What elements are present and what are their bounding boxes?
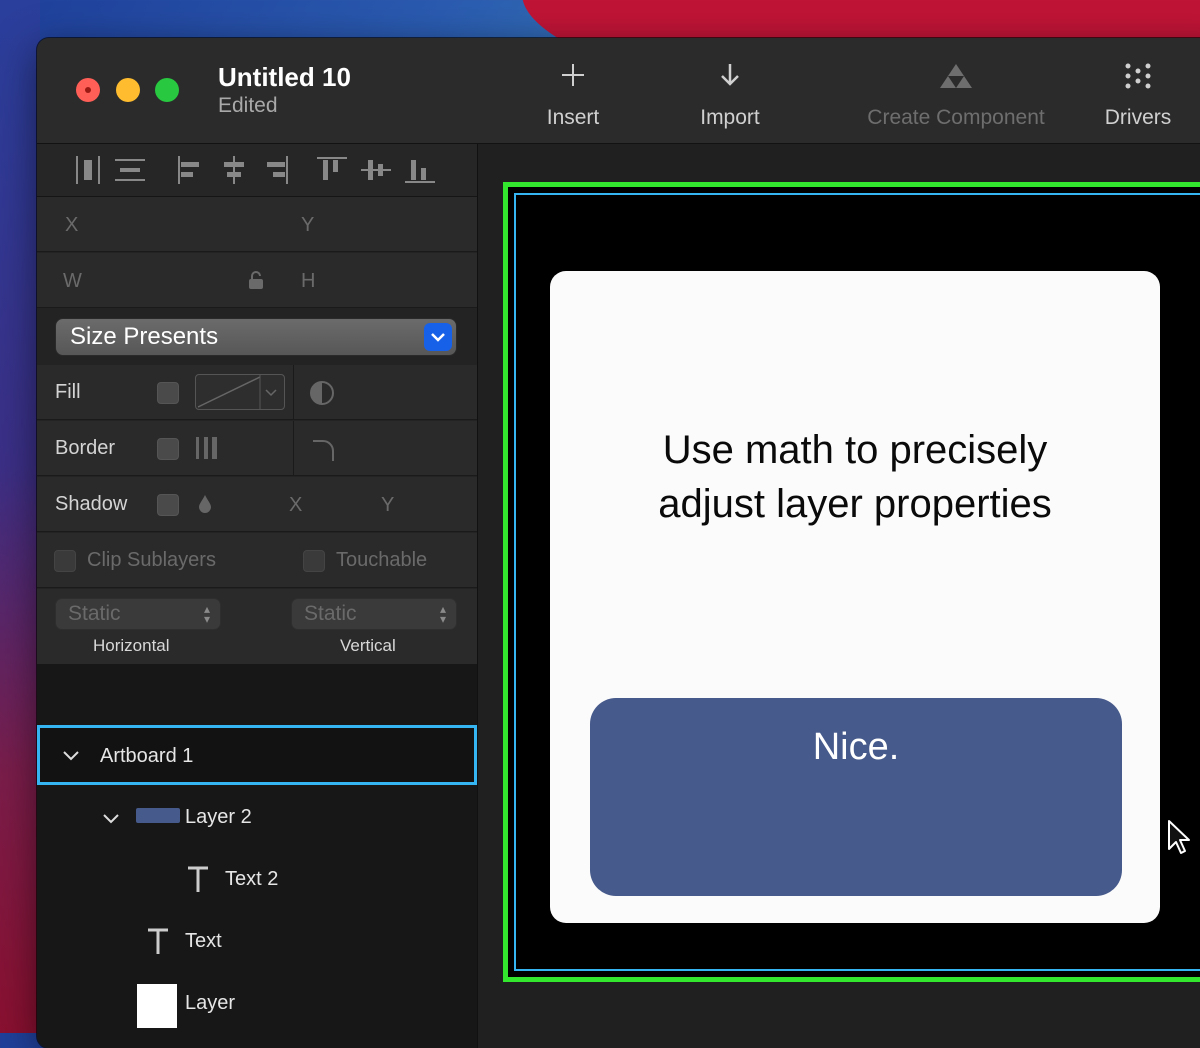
card-text[interactable]: Use math to precisely adjust layer prope… bbox=[610, 423, 1100, 531]
width-field[interactable]: W bbox=[63, 270, 82, 293]
divider bbox=[293, 421, 294, 475]
fill-color-well[interactable] bbox=[195, 374, 285, 410]
layer-name: Text bbox=[185, 930, 222, 952]
vertical-constraint-select[interactable]: Static ▴ ▾ bbox=[291, 598, 457, 630]
horizontal-constraint-select[interactable]: Static ▴ ▾ bbox=[55, 598, 221, 630]
layer-name: Text 2 bbox=[225, 868, 279, 890]
title-bar: Untitled 10 Edited Insert Import Create … bbox=[37, 38, 1200, 144]
zoom-window-button[interactable] bbox=[155, 78, 179, 102]
size-presets-select[interactable]: Size Presents bbox=[55, 318, 457, 356]
close-window-button[interactable] bbox=[76, 78, 100, 102]
align-bottom-icon[interactable] bbox=[403, 154, 437, 186]
border-label: Border bbox=[55, 437, 116, 459]
shadow-blur-icon[interactable] bbox=[198, 494, 212, 519]
layer-row-text[interactable]: Text bbox=[37, 914, 477, 970]
disclosure-chevron-icon[interactable] bbox=[62, 746, 80, 769]
artboard-1[interactable]: Use math to precisely adjust layer prope… bbox=[503, 182, 1200, 982]
layer-row-text-2[interactable]: Text 2 bbox=[37, 852, 477, 908]
stepper-arrows-icon: ▴ ▾ bbox=[439, 602, 446, 626]
document-status: Edited bbox=[218, 94, 278, 117]
import-label: Import bbox=[700, 106, 760, 129]
vertical-constraint-value: Static bbox=[304, 602, 357, 625]
align-toolbar bbox=[37, 144, 477, 197]
fill-row: Fill bbox=[37, 365, 477, 420]
drivers-grid-icon bbox=[1099, 62, 1177, 102]
nice-button-layer[interactable]: Nice. bbox=[590, 698, 1122, 896]
chevron-down-icon bbox=[424, 323, 452, 351]
app-window: Untitled 10 Edited Insert Import Create … bbox=[37, 38, 1200, 1048]
layers-panel: Artboard 1 Layer 2 Text 2 Text Layer bbox=[37, 664, 477, 1048]
touchable-checkbox[interactable] bbox=[303, 550, 325, 572]
lock-aspect-icon[interactable] bbox=[248, 270, 264, 295]
create-component-button[interactable]: Create Component bbox=[856, 62, 1056, 130]
text-layer-icon bbox=[187, 866, 209, 898]
touchable-label: Touchable bbox=[336, 549, 428, 571]
minimize-window-button[interactable] bbox=[116, 78, 140, 102]
align-center-horizontal-icon[interactable] bbox=[217, 154, 251, 186]
nice-button-label: Nice. bbox=[812, 726, 900, 768]
disclosure-chevron-icon[interactable] bbox=[102, 809, 120, 832]
align-right-icon[interactable] bbox=[259, 154, 293, 186]
insert-label: Insert bbox=[546, 106, 600, 129]
document-title: Untitled 10 bbox=[218, 62, 351, 92]
layer-swatch-icon bbox=[136, 808, 180, 823]
align-middle-vertical-icon[interactable] bbox=[359, 154, 393, 186]
size-row: W H bbox=[37, 253, 477, 308]
arrow-down-icon bbox=[693, 62, 767, 102]
create-component-label: Create Component bbox=[867, 106, 1045, 129]
height-field[interactable]: H bbox=[301, 270, 315, 293]
component-icon bbox=[856, 62, 1056, 102]
distribute-vertical-icon[interactable] bbox=[113, 154, 147, 186]
shadow-y-field[interactable]: Y bbox=[381, 494, 394, 517]
vertical-caption: Vertical bbox=[340, 636, 396, 655]
size-presets-label: Size Presents bbox=[70, 323, 219, 350]
shadow-row: Shadow X Y bbox=[37, 477, 477, 532]
clip-sublayers-checkbox[interactable] bbox=[54, 550, 76, 572]
border-row: Border bbox=[37, 421, 477, 476]
inspector-sidebar: X Y W H Size Presents Fill Border Shadow… bbox=[37, 144, 478, 1048]
stepper-arrows-icon: ▴ ▾ bbox=[203, 602, 210, 626]
clip-sublayers-label: Clip Sublayers bbox=[87, 549, 216, 571]
text-layer-icon bbox=[147, 928, 169, 960]
align-top-icon[interactable] bbox=[315, 154, 349, 186]
mouse-cursor-icon bbox=[1168, 820, 1190, 854]
x-field[interactable]: X bbox=[65, 214, 78, 237]
options-row: Clip Sublayers Touchable bbox=[37, 533, 477, 588]
plus-icon bbox=[542, 62, 604, 102]
horizontal-caption: Horizontal bbox=[93, 636, 170, 655]
border-width-icon[interactable] bbox=[195, 437, 219, 464]
horizontal-constraint-value: Static bbox=[68, 602, 121, 625]
opacity-icon[interactable] bbox=[309, 380, 335, 411]
y-field[interactable]: Y bbox=[301, 214, 314, 237]
distribute-horizontal-icon[interactable] bbox=[71, 154, 105, 186]
layer-row-layer-2[interactable]: Layer 2 bbox=[37, 790, 477, 846]
layer-row-artboard-1[interactable]: Artboard 1 bbox=[37, 725, 477, 785]
shadow-checkbox[interactable] bbox=[157, 494, 179, 516]
layer-name: Layer bbox=[185, 992, 236, 1014]
corner-radius-icon[interactable] bbox=[312, 439, 334, 466]
shadow-x-field[interactable]: X bbox=[289, 494, 302, 517]
drivers-label: Drivers bbox=[1104, 106, 1172, 129]
import-button[interactable]: Import bbox=[693, 62, 767, 130]
design-canvas[interactable]: Use math to precisely adjust layer prope… bbox=[478, 144, 1200, 1048]
fill-checkbox[interactable] bbox=[157, 382, 179, 404]
align-left-icon[interactable] bbox=[173, 154, 207, 186]
fill-label: Fill bbox=[55, 381, 81, 403]
divider bbox=[293, 365, 294, 419]
shadow-label: Shadow bbox=[55, 493, 128, 515]
card-layer[interactable]: Use math to precisely adjust layer prope… bbox=[550, 271, 1160, 923]
drivers-button[interactable]: Drivers bbox=[1099, 62, 1177, 130]
insert-button[interactable]: Insert bbox=[542, 62, 604, 130]
border-checkbox[interactable] bbox=[157, 438, 179, 460]
layer-row-layer[interactable]: Layer bbox=[37, 976, 477, 1032]
position-row: X Y bbox=[37, 197, 477, 252]
layer-name: Artboard 1 bbox=[100, 745, 194, 767]
layer-name: Layer 2 bbox=[185, 806, 252, 828]
layer-swatch-icon bbox=[137, 984, 177, 1028]
desktop-wallpaper-left bbox=[0, 0, 40, 1033]
